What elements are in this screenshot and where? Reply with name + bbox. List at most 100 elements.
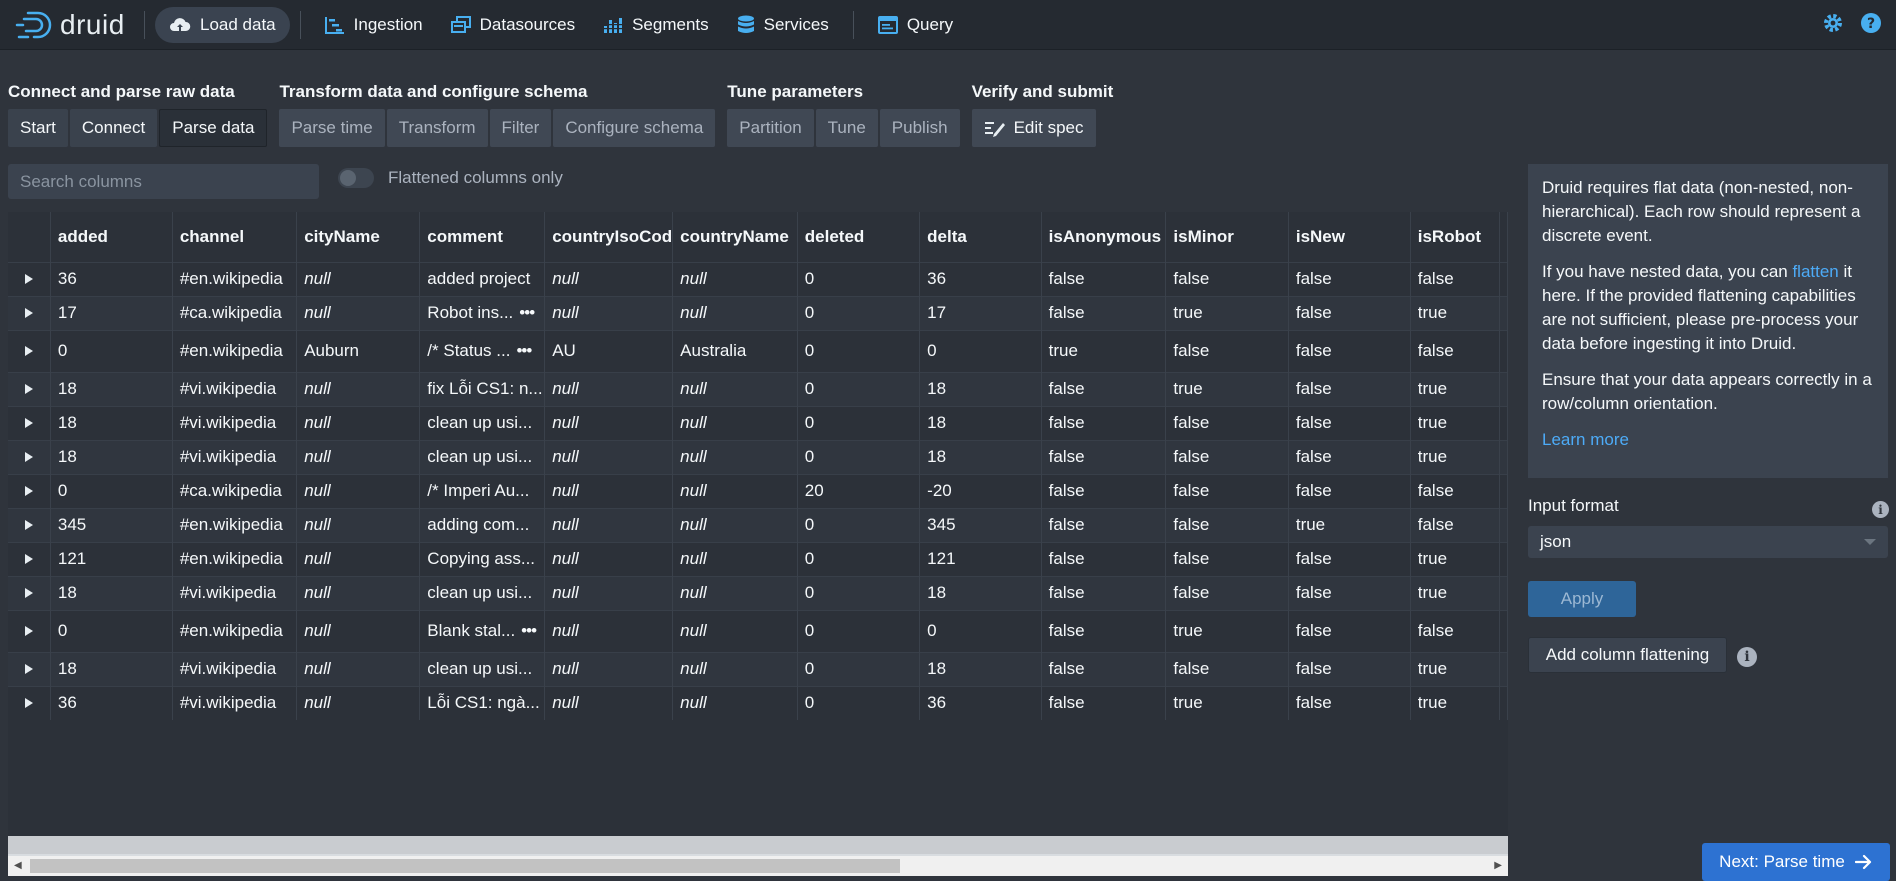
- nav-segments[interactable]: Segments: [589, 7, 723, 43]
- table-row[interactable]: 18 #vi.wikipedia null fix Lỗi CS1: n... null…: [8, 371, 1508, 406]
- expand-row-icon[interactable]: [8, 329, 51, 372]
- column-header[interactable]: isRobot: [1410, 212, 1501, 262]
- table-cell: 0: [797, 575, 921, 610]
- step-filter[interactable]: Filter: [489, 109, 552, 147]
- step-start[interactable]: Start: [8, 109, 68, 147]
- step-edit-spec[interactable]: Edit spec: [971, 109, 1096, 147]
- table-row[interactable]: 345 #en.wikipedia null adding com... null nul…: [8, 507, 1508, 542]
- scroll-right-icon[interactable]: ▶: [1494, 860, 1502, 871]
- table-cell: 18: [50, 371, 173, 406]
- flattened-columns-toggle[interactable]: Flattened columns only: [338, 168, 563, 188]
- more-icon[interactable]: •••: [519, 303, 535, 322]
- cell-value: 18: [927, 583, 947, 602]
- cell-value: -20: [927, 481, 952, 500]
- help-icon[interactable]: ?: [1860, 12, 1882, 34]
- step-publish[interactable]: Publish: [879, 109, 960, 147]
- more-icon[interactable]: •••: [521, 621, 537, 640]
- expand-row-icon[interactable]: [8, 575, 51, 610]
- column-header[interactable]: channel: [172, 212, 298, 262]
- data-preview-table[interactable]: added channel cityName comment countryIsoCod…: [8, 212, 1508, 836]
- input-format-select[interactable]: json: [1528, 526, 1888, 558]
- info-paragraph: Ensure that your data appears correctly …: [1542, 370, 1872, 413]
- expand-row-icon[interactable]: [8, 439, 51, 474]
- toggle-switch[interactable]: [338, 168, 374, 188]
- table-cell: false: [1041, 473, 1167, 508]
- step-tune[interactable]: Tune: [815, 109, 878, 147]
- expand-row-icon[interactable]: [8, 405, 51, 440]
- table-cell: false: [1288, 685, 1411, 720]
- expand-row-icon[interactable]: [8, 473, 51, 508]
- expand-row-icon[interactable]: [8, 685, 51, 720]
- table-cell: true: [1165, 295, 1289, 330]
- nav-load-data[interactable]: Load data: [155, 6, 290, 43]
- cell-value: null: [552, 269, 579, 288]
- table-cell: 345: [50, 507, 173, 542]
- table-row[interactable]: 36 #vi.wikipedia null Lỗi CS1: ngà... null nu…: [8, 685, 1508, 720]
- expand-row-icon[interactable]: [8, 651, 51, 686]
- nav-services[interactable]: Services: [723, 7, 843, 43]
- cell-value: 0: [927, 341, 937, 360]
- table-row[interactable]: 18 #vi.wikipedia null clean up usi... null nu…: [8, 575, 1508, 610]
- column-header[interactable]: countryIsoCod: [544, 212, 674, 262]
- table-row[interactable]: 18 #vi.wikipedia null clean up usi... null nu…: [8, 405, 1508, 440]
- table-row[interactable]: 18 #vi.wikipedia null clean up usi... null nu…: [8, 651, 1508, 686]
- next-parse-time-button[interactable]: Next: Parse time: [1702, 843, 1890, 881]
- cell-value: false: [1295, 549, 1332, 568]
- column-header[interactable]: deleted: [797, 212, 921, 262]
- settings-gear-icon[interactable]: [1822, 12, 1844, 34]
- cell-value: 0: [804, 269, 815, 288]
- horizontal-scrollbar[interactable]: ◀ ▶: [8, 836, 1508, 876]
- cell-value: true: [1417, 659, 1448, 678]
- step-parse-data[interactable]: Parse data: [159, 109, 268, 147]
- column-header[interactable]: isAnonymous: [1041, 212, 1167, 262]
- table-row[interactable]: 36 #en.wikipedia null added project null null…: [8, 261, 1508, 296]
- flattening-info-icon[interactable]: i: [1737, 647, 1757, 667]
- scrollbar-thumb[interactable]: [30, 859, 900, 873]
- chevron-down-icon: [1864, 539, 1876, 545]
- input-format-info-icon[interactable]: i: [1872, 501, 1889, 518]
- add-column-flattening-button[interactable]: Add column flattening: [1528, 637, 1727, 673]
- step-partition[interactable]: Partition: [727, 109, 814, 147]
- step-parse-time[interactable]: Parse time: [279, 109, 385, 147]
- nav-datasources[interactable]: Datasources: [437, 7, 589, 43]
- table-cell: clean up usi...: [419, 405, 546, 440]
- nav-query[interactable]: Query: [864, 7, 967, 43]
- table-row[interactable]: 17 #ca.wikipedia null Robot ins... ••• null nu…: [8, 295, 1508, 330]
- table-row[interactable]: 121 #en.wikipedia null Copying ass... null nu…: [8, 541, 1508, 576]
- expand-row-icon[interactable]: [8, 261, 51, 296]
- cell-value: false: [1417, 269, 1454, 288]
- column-header[interactable]: delta: [919, 212, 1042, 262]
- scroll-left-icon[interactable]: ◀: [14, 860, 22, 871]
- nav-ingestion[interactable]: Ingestion: [311, 7, 437, 43]
- learn-more-link[interactable]: Learn more: [1542, 430, 1629, 449]
- step-configure-schema[interactable]: Configure schema: [553, 109, 716, 147]
- step-transform[interactable]: Transform: [386, 109, 488, 147]
- expand-row-icon[interactable]: [8, 507, 51, 542]
- column-header[interactable]: isMinor: [1165, 212, 1289, 262]
- table-cell-overflow: [1499, 651, 1508, 686]
- column-header[interactable]: countryName: [672, 212, 798, 262]
- apply-button[interactable]: Apply: [1528, 581, 1636, 617]
- table-cell: null: [296, 261, 421, 296]
- cell-value: Copying ass...: [427, 549, 536, 568]
- column-header[interactable]: added: [50, 212, 173, 262]
- table-row[interactable]: 18 #vi.wikipedia null clean up usi... null nu…: [8, 439, 1508, 474]
- table-row[interactable]: 0 #ca.wikipedia null /* Imperi Au... null nul…: [8, 473, 1508, 508]
- expand-row-icon[interactable]: [8, 295, 51, 330]
- step-connect[interactable]: Connect: [69, 109, 158, 147]
- column-header[interactable]: isNew: [1288, 212, 1411, 262]
- expand-row-icon[interactable]: [8, 541, 51, 576]
- column-header[interactable]: cityName: [296, 212, 421, 262]
- table-cell: false: [1288, 473, 1411, 508]
- table-cell: 0: [919, 609, 1042, 652]
- druid-logo[interactable]: druid: [14, 9, 134, 41]
- cell-value: true: [1173, 303, 1203, 322]
- table-row[interactable]: 0 #en.wikipedia null Blank stal... ••• null nu…: [8, 609, 1508, 652]
- flatten-link[interactable]: flatten: [1792, 262, 1838, 281]
- search-columns-input[interactable]: [8, 164, 319, 199]
- expand-row-icon[interactable]: [8, 609, 51, 652]
- expand-row-icon[interactable]: [8, 371, 51, 406]
- column-header[interactable]: comment: [419, 212, 546, 262]
- table-row[interactable]: 0 #en.wikipedia Auburn /* Status ... ••• AU Au…: [8, 329, 1508, 372]
- more-icon[interactable]: •••: [516, 341, 532, 360]
